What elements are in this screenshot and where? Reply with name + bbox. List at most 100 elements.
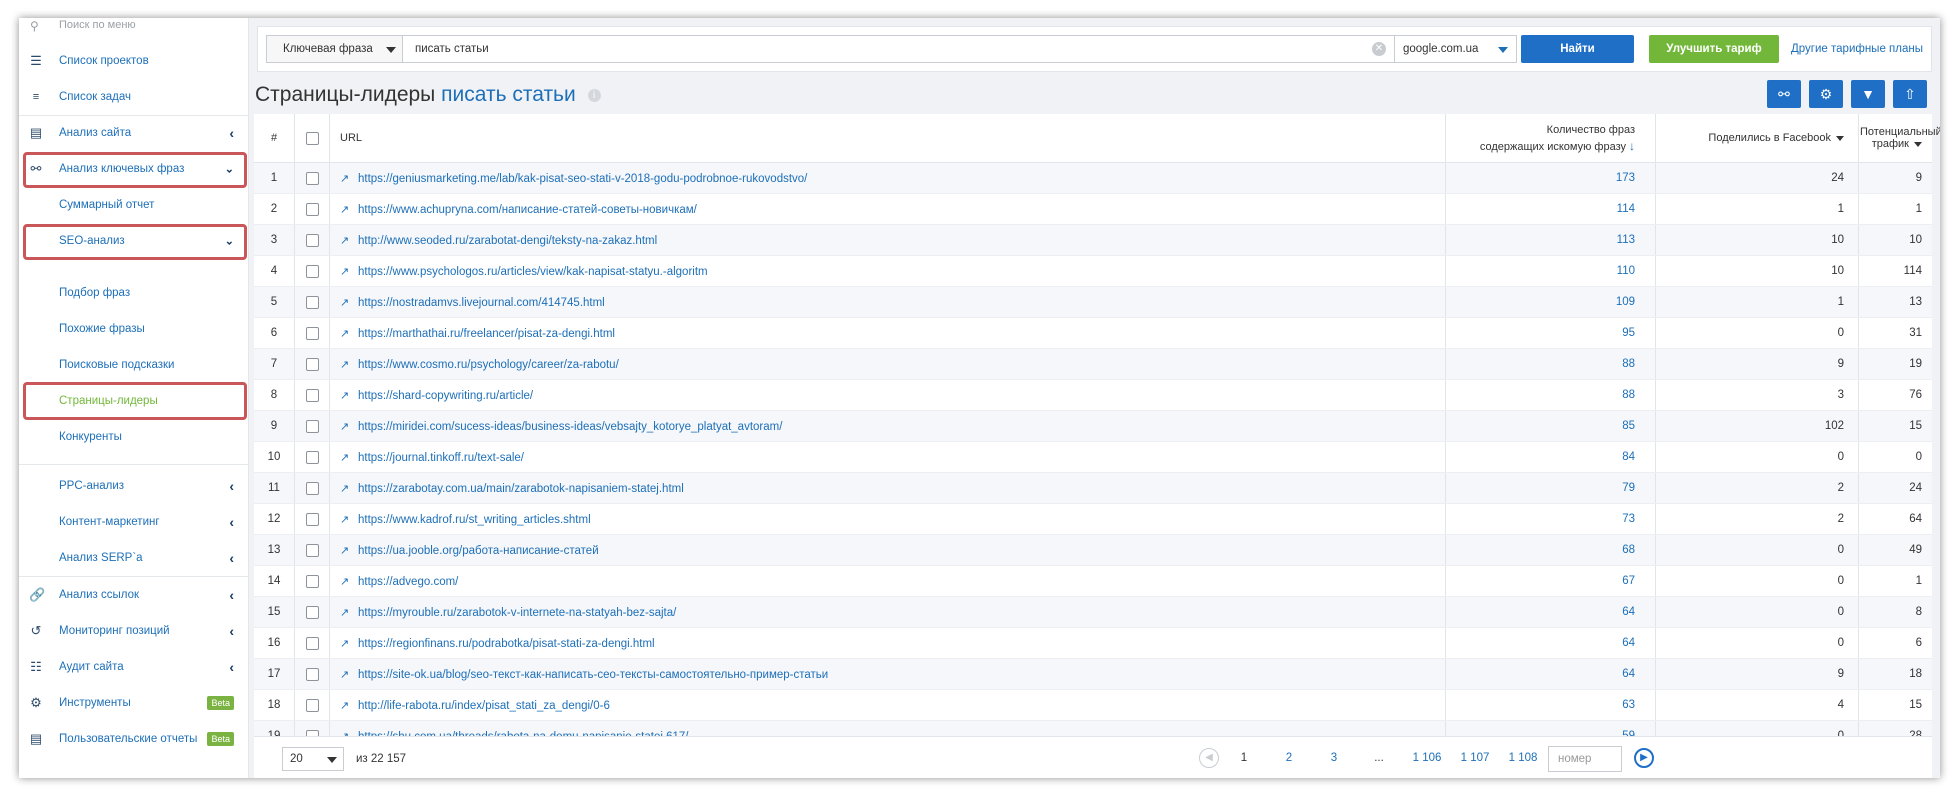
url-link[interactable]: https://site-ok.ua/blog/seo-текст-как-на… bbox=[358, 669, 828, 681]
row-checkbox-cell[interactable] bbox=[294, 379, 330, 411]
phrases-count[interactable]: 114 bbox=[1445, 193, 1656, 225]
url-link[interactable]: https://shard-copywriting.ru/article/ bbox=[358, 390, 533, 402]
external-link-icon[interactable]: ↗ bbox=[340, 203, 352, 216]
page-link[interactable]: 2 bbox=[1279, 748, 1299, 768]
col-header-url[interactable]: URL bbox=[329, 114, 1446, 163]
phrases-count[interactable]: 88 bbox=[1445, 379, 1656, 411]
clear-icon[interactable]: ✕ bbox=[1372, 42, 1386, 56]
sidebar-item-custom-reports[interactable]: ▤ Пользовательские отчеты Beta bbox=[19, 724, 248, 754]
phrases-count[interactable]: 63 bbox=[1445, 689, 1656, 721]
external-link-icon[interactable]: ↗ bbox=[340, 544, 352, 557]
filter-button[interactable]: ▼ bbox=[1851, 80, 1885, 108]
other-plans-link[interactable]: Другие тарифные планы bbox=[1791, 35, 1923, 63]
row-checkbox-cell[interactable] bbox=[294, 255, 330, 287]
external-link-icon[interactable]: ↗ bbox=[340, 575, 352, 588]
row-checkbox[interactable] bbox=[305, 667, 319, 681]
sidebar-item-tasks[interactable]: ≡ Список задач bbox=[19, 82, 248, 112]
sidebar-item-position-monitoring[interactable]: ↺ Мониторинг позиций ‹ bbox=[19, 616, 248, 646]
url-link[interactable]: https://www.achupryna.com/написание-стат… bbox=[358, 204, 697, 216]
url-link[interactable]: https://www.kadrof.ru/st_writing_article… bbox=[358, 514, 591, 526]
col-header-select-all[interactable] bbox=[294, 114, 330, 163]
url-link[interactable]: http://life-rabota.ru/index/pisat_stati_… bbox=[358, 700, 610, 712]
external-link-icon[interactable]: ↗ bbox=[340, 265, 352, 278]
row-checkbox-cell[interactable] bbox=[294, 441, 330, 473]
phrases-count[interactable]: 173 bbox=[1445, 162, 1656, 194]
sidebar-item-serp-analysis[interactable]: Анализ SERP`а ‹ bbox=[19, 543, 248, 573]
row-checkbox[interactable] bbox=[305, 388, 319, 402]
page-link[interactable]: 1 108 bbox=[1503, 748, 1543, 768]
external-link-icon[interactable]: ↗ bbox=[340, 606, 352, 619]
external-link-icon[interactable]: ↗ bbox=[340, 668, 352, 681]
external-link-icon[interactable]: ↗ bbox=[340, 637, 352, 650]
phrases-count[interactable]: 113 bbox=[1445, 224, 1656, 256]
sidebar-item-site-analysis[interactable]: ▤ Анализ сайта ‹ bbox=[19, 118, 248, 148]
row-checkbox-cell[interactable] bbox=[294, 472, 330, 504]
external-link-icon[interactable]: ↗ bbox=[340, 172, 352, 185]
page-link[interactable]: 1 106 bbox=[1407, 748, 1447, 768]
row-checkbox-cell[interactable] bbox=[294, 162, 330, 194]
phrases-count[interactable]: 64 bbox=[1445, 627, 1656, 659]
row-checkbox[interactable] bbox=[305, 636, 319, 650]
row-checkbox-cell[interactable] bbox=[294, 286, 330, 318]
row-checkbox-cell[interactable] bbox=[294, 627, 330, 659]
external-link-icon[interactable]: ↗ bbox=[340, 699, 352, 712]
url-link[interactable]: https://nostradamvs.livejournal.com/4147… bbox=[358, 297, 605, 309]
phrases-count[interactable]: 109 bbox=[1445, 286, 1656, 318]
page-size-select[interactable]: 20 bbox=[282, 747, 344, 771]
external-link-icon[interactable]: ↗ bbox=[340, 451, 352, 464]
phrases-count[interactable]: 67 bbox=[1445, 565, 1656, 597]
external-link-icon[interactable]: ↗ bbox=[340, 358, 352, 371]
row-checkbox[interactable] bbox=[305, 543, 319, 557]
phrases-count[interactable]: 110 bbox=[1445, 255, 1656, 287]
row-checkbox[interactable] bbox=[305, 512, 319, 526]
query-input[interactable]: писать статьи ✕ bbox=[403, 35, 1395, 63]
sidebar-item-phrase-selection[interactable]: Подбор фраз bbox=[19, 278, 248, 308]
row-checkbox-cell[interactable] bbox=[294, 503, 330, 535]
url-link[interactable]: https://advego.com/ bbox=[358, 576, 458, 588]
sidebar-item-site-audit[interactable]: ☷ Аудит сайта ‹ bbox=[19, 652, 248, 682]
sidebar-item-ppc[interactable]: PPC-анализ ‹ bbox=[19, 471, 248, 501]
sidebar-item-tools[interactable]: ⚙ Инструменты Beta bbox=[19, 688, 248, 718]
row-checkbox[interactable] bbox=[305, 233, 319, 247]
sidebar-item-similar-phrases[interactable]: Похожие фразы bbox=[19, 314, 248, 344]
query-type-select[interactable]: Ключевая фраза bbox=[266, 35, 403, 63]
url-link[interactable]: https://miridei.com/sucess-ideas/busines… bbox=[358, 421, 782, 433]
url-link[interactable]: https://www.cosmo.ru/psychology/career/z… bbox=[358, 359, 619, 371]
sidebar-item-summary[interactable]: Суммарный отчет bbox=[19, 190, 248, 220]
prev-page-button[interactable]: ◀ bbox=[1199, 748, 1219, 768]
row-checkbox-cell[interactable] bbox=[294, 689, 330, 721]
sidebar-item-competitors[interactable]: Конкуренты bbox=[19, 422, 248, 452]
sidebar-item-content-marketing[interactable]: Контент-маркетинг ‹ bbox=[19, 507, 248, 537]
row-checkbox-cell[interactable] bbox=[294, 317, 330, 349]
row-checkbox[interactable] bbox=[305, 171, 319, 185]
external-link-icon[interactable]: ↗ bbox=[340, 234, 352, 247]
sidebar-item-link-analysis[interactable]: 🔗 Анализ ссылок ‹ bbox=[19, 580, 248, 610]
col-header-traffic[interactable]: Потенциальный трафик bbox=[1858, 114, 1940, 163]
page-link[interactable]: 1 bbox=[1234, 748, 1254, 768]
phrases-count[interactable]: 85 bbox=[1445, 410, 1656, 442]
external-link-icon[interactable]: ↗ bbox=[340, 296, 352, 309]
row-checkbox[interactable] bbox=[305, 419, 319, 433]
row-checkbox-cell[interactable] bbox=[294, 193, 330, 225]
sidebar-item-search-hints[interactable]: Поисковые подсказки bbox=[19, 350, 248, 380]
info-icon[interactable]: i bbox=[587, 88, 601, 102]
row-checkbox-cell[interactable] bbox=[294, 410, 330, 442]
keys-button[interactable]: ⚯ bbox=[1767, 80, 1801, 108]
row-checkbox-cell[interactable] bbox=[294, 565, 330, 597]
row-checkbox-cell[interactable] bbox=[294, 658, 330, 690]
url-link[interactable]: https://zarabotay.com.ua/main/zarabotok-… bbox=[358, 483, 684, 495]
phrases-count[interactable]: 73 bbox=[1445, 503, 1656, 535]
col-header-phrases[interactable]: Количество фраз содержащих искомую фразу… bbox=[1445, 114, 1656, 163]
row-checkbox[interactable] bbox=[305, 326, 319, 340]
col-header-facebook[interactable]: Поделились в Facebook bbox=[1655, 114, 1859, 163]
phrases-count[interactable]: 84 bbox=[1445, 441, 1656, 473]
export-button[interactable]: ⇧ bbox=[1893, 80, 1927, 108]
external-link-icon[interactable]: ↗ bbox=[340, 389, 352, 402]
search-engine-select[interactable]: google.com.ua bbox=[1395, 35, 1517, 63]
page-link[interactable]: 1 107 bbox=[1455, 748, 1495, 768]
row-checkbox[interactable] bbox=[305, 357, 319, 371]
sidebar-search-input[interactable]: Поиск по меню bbox=[59, 19, 136, 31]
row-checkbox-cell[interactable] bbox=[294, 224, 330, 256]
page-number-input[interactable]: номер bbox=[1548, 746, 1622, 772]
row-checkbox[interactable] bbox=[305, 202, 319, 216]
